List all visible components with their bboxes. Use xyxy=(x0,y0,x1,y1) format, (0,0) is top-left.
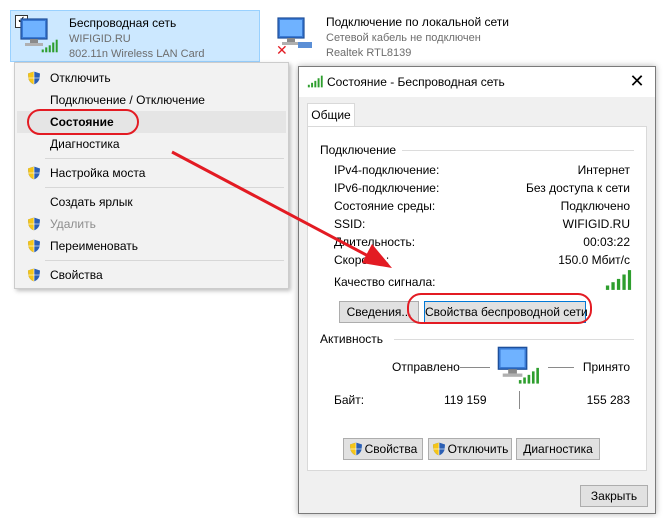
diagnostics-button[interactable]: Диагностика xyxy=(516,438,600,460)
sent-bytes: 119 159 xyxy=(444,393,487,407)
speed-label: Скорость: xyxy=(334,253,390,267)
shield-icon xyxy=(27,239,41,253)
menu-separator xyxy=(45,158,284,159)
ipv4-label: IPv4-подключение: xyxy=(334,163,440,177)
menu-separator xyxy=(45,260,284,261)
highlight-oval-status xyxy=(27,109,139,135)
signal-quality-label: Качество сигнала: xyxy=(334,275,436,289)
shield-icon xyxy=(432,442,446,456)
adapter-wireless[interactable]: ✓ Беспроводная сеть WIFIGID.RU 802.11n W… xyxy=(10,10,260,62)
adapter-name: Подключение по локальной сети xyxy=(326,15,509,29)
duration-label: Длительность: xyxy=(334,235,416,249)
duration-value: 00:03:22 xyxy=(583,235,630,249)
ipv6-label: IPv6-подключение: xyxy=(334,181,440,195)
menu-item-create-shortcut[interactable]: Создать ярлык xyxy=(17,191,286,213)
signal-strength-icon xyxy=(604,269,632,291)
menu-separator xyxy=(45,187,284,188)
network-computer-icon xyxy=(494,345,539,384)
ipv6-value: Без доступа к сети xyxy=(526,181,630,195)
adapter-device: 802.11n Wireless LAN Card xyxy=(69,48,205,60)
ssid-value: WIFIGID.RU xyxy=(562,217,630,231)
bytes-label: Байт: xyxy=(334,393,365,407)
media-state-value: Подключено xyxy=(560,199,630,213)
adapter-name: Беспроводная сеть xyxy=(69,16,177,30)
wireless-adapter-icon xyxy=(17,17,58,53)
menu-item-rename[interactable]: Переименовать xyxy=(17,235,286,257)
shield-icon xyxy=(27,166,41,180)
shield-icon xyxy=(349,442,363,456)
menu-item-diagnostics[interactable]: Диагностика xyxy=(17,133,286,155)
adapter-network: WIFIGID.RU xyxy=(69,33,131,45)
shield-icon xyxy=(27,217,41,231)
group-divider xyxy=(394,339,634,340)
shield-icon xyxy=(27,71,41,85)
properties-button[interactable]: Свойства xyxy=(343,438,423,460)
shield-icon xyxy=(27,268,41,282)
media-state-label: Состояние среды: xyxy=(334,199,436,213)
disable-button[interactable]: Отключить xyxy=(428,438,512,460)
ipv4-value: Интернет xyxy=(577,163,630,177)
context-menu: Отключить Подключение / Отключение Состо… xyxy=(14,62,289,289)
adapter-device: Realtek RTL8139 xyxy=(326,47,412,59)
dialog-title: Состояние - Беспроводная сеть xyxy=(327,75,505,89)
menu-item-properties[interactable]: Свойства xyxy=(17,264,286,286)
close-button[interactable]: Закрыть xyxy=(580,485,648,507)
menu-item-bridge[interactable]: Настройка моста xyxy=(17,162,286,184)
tab-general[interactable]: Общие xyxy=(307,103,355,126)
sent-label: Отправлено xyxy=(392,360,460,374)
activity-divider xyxy=(519,391,520,409)
menu-item-connect-disconnect[interactable]: Подключение / Отключение xyxy=(17,89,286,111)
received-bytes: 155 283 xyxy=(586,393,630,407)
connection-heading: Подключение xyxy=(320,143,397,157)
adapter-lan[interactable]: ✕ Подключение по локальной сети Сетевой … xyxy=(268,10,558,62)
svg-text:✕: ✕ xyxy=(276,43,288,56)
close-icon[interactable]: ✕ xyxy=(627,71,647,91)
speed-value: 150.0 Мбит/с xyxy=(558,253,630,267)
menu-item-disable[interactable]: Отключить xyxy=(17,67,286,89)
sent-line xyxy=(460,367,490,368)
dialog-titlebar[interactable]: Состояние - Беспроводная сеть ✕ xyxy=(299,67,655,97)
lan-adapter-icon: ✕ xyxy=(276,16,312,56)
received-line xyxy=(548,367,574,368)
received-label: Принято xyxy=(582,360,630,374)
highlight-oval-wireless-properties xyxy=(407,293,592,324)
signal-icon xyxy=(307,75,323,88)
group-divider xyxy=(402,150,634,151)
adapter-network: Сетевой кабель не подключен xyxy=(326,32,481,44)
ssid-label: SSID: xyxy=(334,217,366,231)
activity-heading: Активность xyxy=(320,332,384,346)
menu-item-delete: Удалить xyxy=(17,213,286,235)
tabstrip: Общие xyxy=(307,103,647,127)
status-dialog: Состояние - Беспроводная сеть ✕ Общие По… xyxy=(298,66,656,514)
